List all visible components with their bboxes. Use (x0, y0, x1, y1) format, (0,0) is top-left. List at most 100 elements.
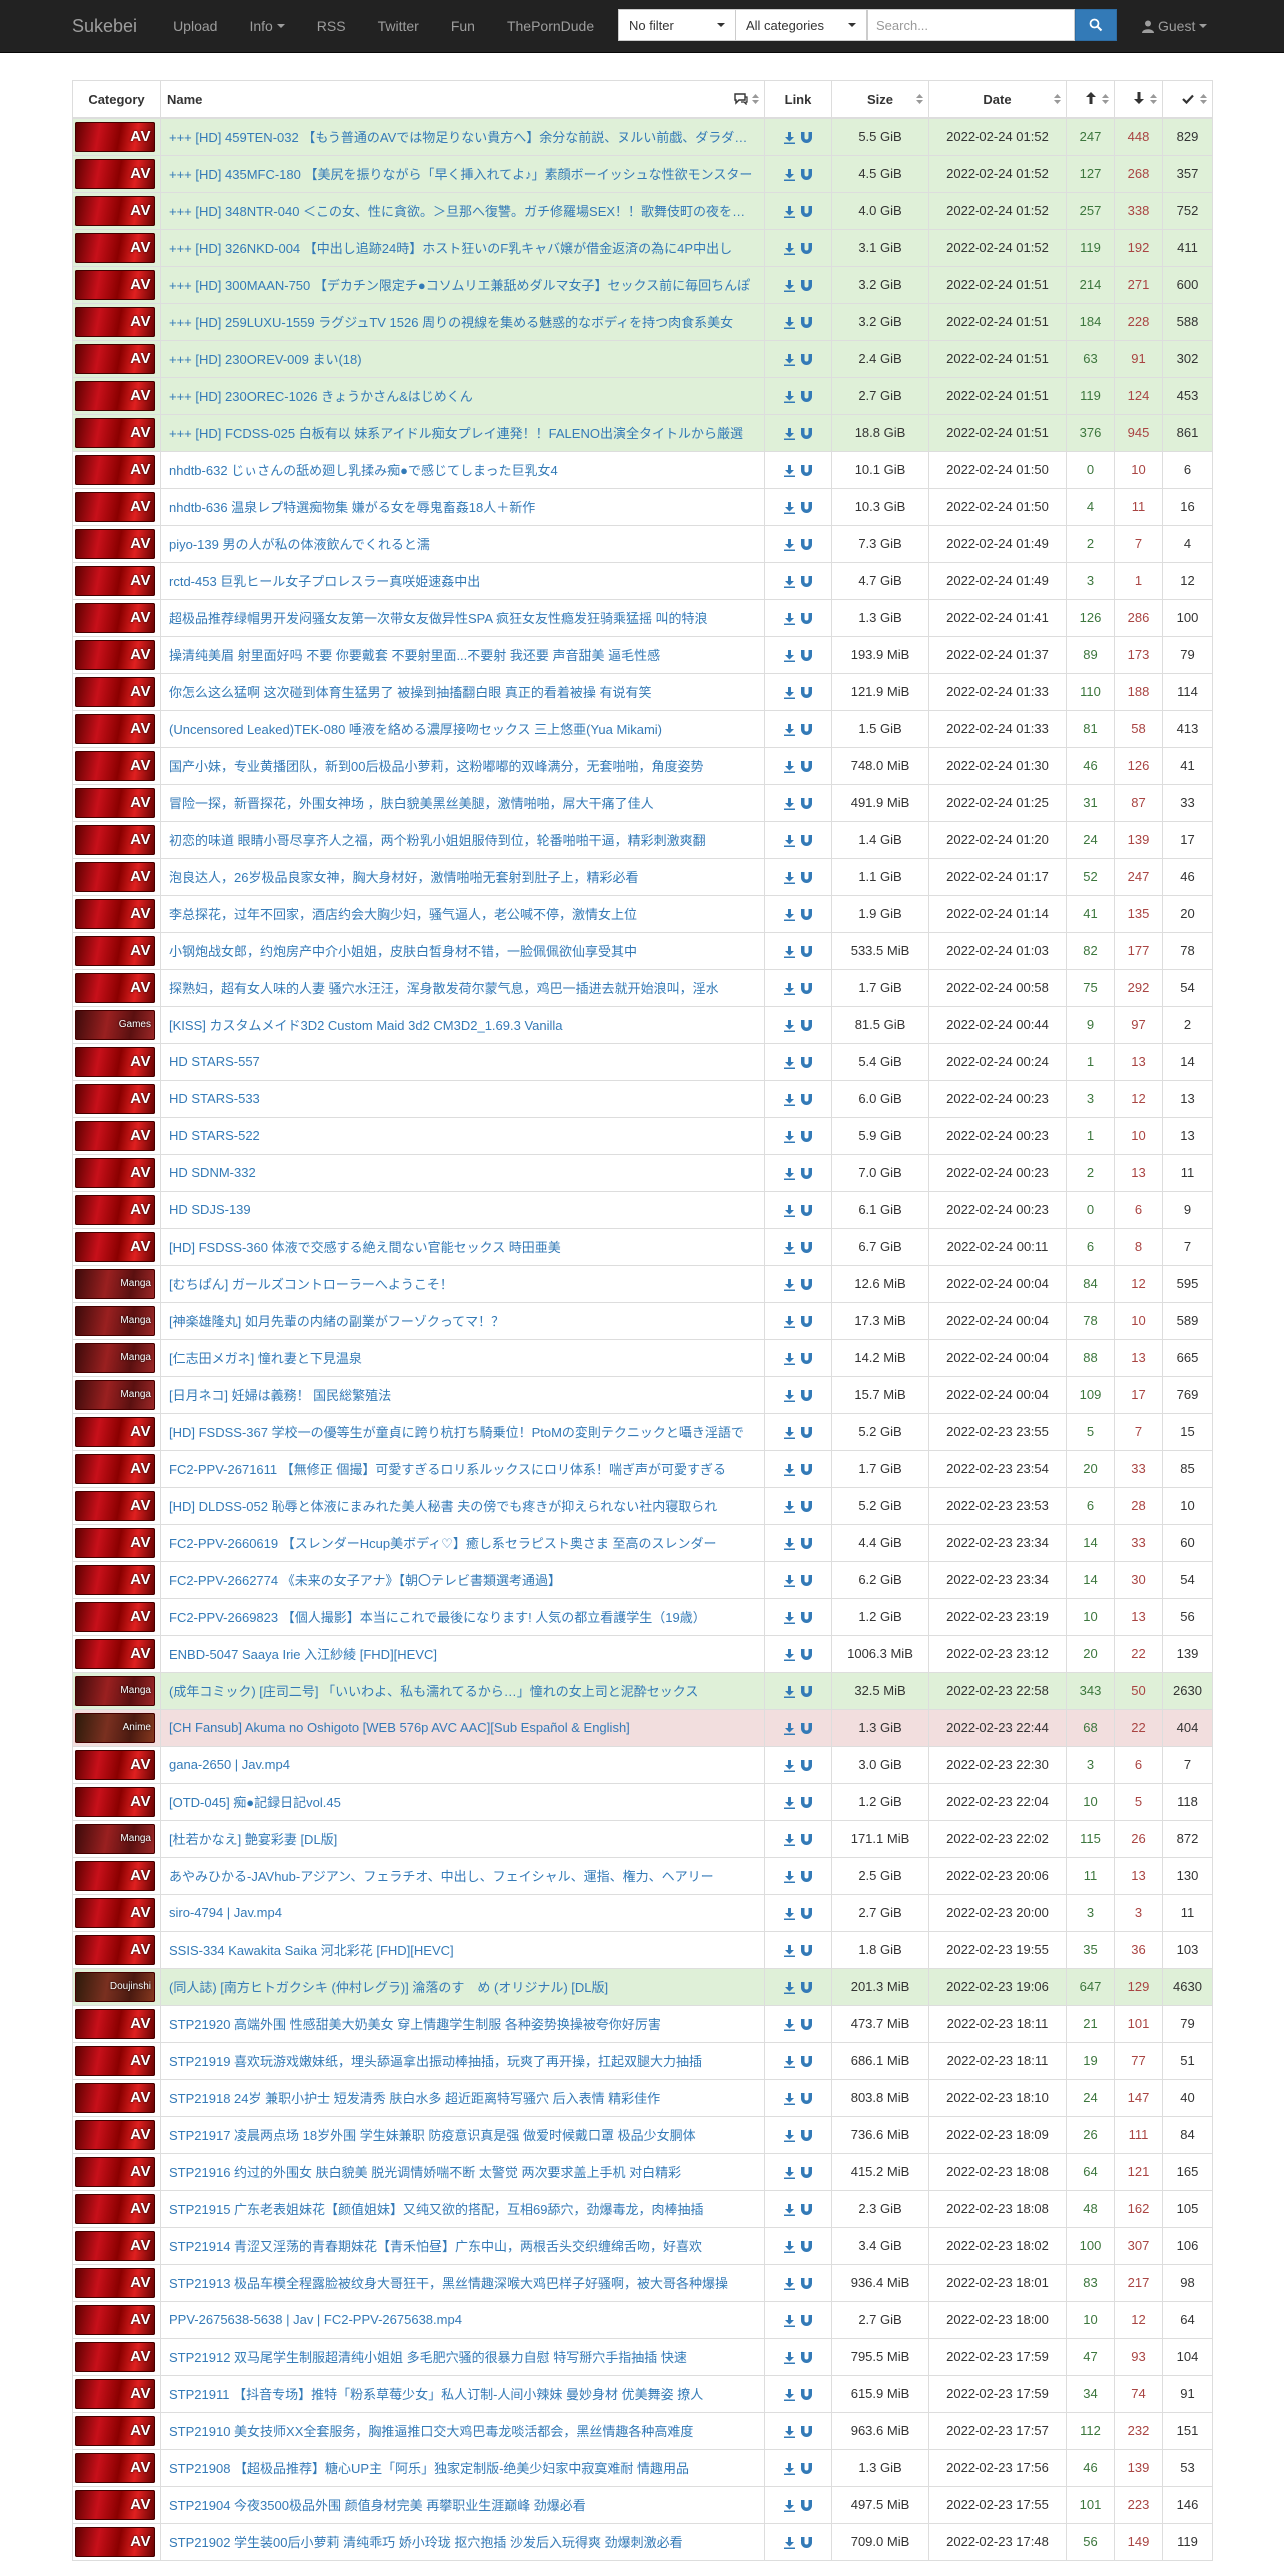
category-badge[interactable]: AV (75, 1749, 155, 1780)
torrent-name-link[interactable]: PPV-2675638-5638 | Jav | FC2-PPV-2675638… (160, 2300, 765, 2339)
magnet-icon[interactable] (801, 464, 812, 477)
torrent-name-link[interactable]: +++ [HD] 348NTR-040 ＜この女、性に貪欲。＞旦那へ復讐。ガチ修… (160, 191, 765, 230)
download-icon[interactable] (784, 2462, 795, 2475)
download-icon[interactable] (784, 1204, 795, 1217)
header-seeders[interactable] (1066, 80, 1115, 119)
torrent-name-link[interactable]: STP21913 极品车模全程露脸被纹身大哥狂干，黑丝情趣深喉大鸡巴样子好骚啊，… (160, 2263, 765, 2302)
magnet-icon[interactable] (801, 1981, 812, 1994)
download-icon[interactable] (784, 871, 795, 884)
category-badge[interactable]: AV (75, 1490, 155, 1521)
magnet-icon[interactable] (801, 2425, 812, 2438)
torrent-name-link[interactable]: [杜若かなえ] 艶宴彩妻 [DL版] (160, 1819, 765, 1858)
torrent-name-link[interactable]: +++ [HD] FCDSS-025 白板有以 妹系アイドル痴女プレイ連発！！F… (160, 413, 765, 452)
download-icon[interactable] (784, 131, 795, 144)
torrent-name-link[interactable]: あやみひかる-JAVhub-アジアン、フェラチオ、中出し、フェイシャル、運指、権… (160, 1856, 765, 1895)
torrent-name-link[interactable]: +++ [HD] 230OREV-009 まい(18) (160, 339, 765, 378)
magnet-icon[interactable] (801, 2055, 812, 2068)
magnet-icon[interactable] (801, 1648, 812, 1661)
download-icon[interactable] (784, 1648, 795, 1661)
download-icon[interactable] (784, 1426, 795, 1439)
torrent-name-link[interactable]: STP21917 凌晨两点场 18岁外围 学生妹兼职 防疫意识真是强 做爱时候戴… (160, 2115, 765, 2154)
nav-info[interactable]: Info (233, 18, 300, 34)
magnet-icon[interactable] (801, 390, 812, 403)
download-icon[interactable] (784, 242, 795, 255)
magnet-icon[interactable] (801, 1056, 812, 1069)
category-badge[interactable]: AV (75, 713, 155, 744)
magnet-icon[interactable] (801, 1352, 812, 1365)
magnet-icon[interactable] (801, 945, 812, 958)
magnet-icon[interactable] (801, 131, 812, 144)
torrent-name-link[interactable]: FC2-PPV-2669823 【個人撮影】本当にこれで最後になります! 人気の… (160, 1597, 765, 1636)
magnet-icon[interactable] (801, 612, 812, 625)
category-badge[interactable]: Manga (75, 1342, 155, 1373)
download-icon[interactable] (784, 723, 795, 736)
category-badge[interactable]: AV (75, 2082, 155, 2113)
download-icon[interactable] (784, 575, 795, 588)
torrent-name-link[interactable]: 泡良达人，26岁极品良家女神，胸大身材好，激情啪啪无套射到肚子上，精彩必看 (160, 857, 765, 896)
download-icon[interactable] (784, 1278, 795, 1291)
torrent-name-link[interactable]: 冒险一探，新晋探花，外围女神场 ，肤白貌美黑丝美腿，激情啪啪，屌大干痛了佳人 (160, 783, 765, 822)
download-icon[interactable] (784, 168, 795, 181)
torrent-name-link[interactable]: 小钢炮战女郎，约炮房产中介小姐姐，皮肤白皙身材不错，一脸佩佩欲仙享受其中 (160, 931, 765, 970)
download-icon[interactable] (784, 2129, 795, 2142)
download-icon[interactable] (784, 2351, 795, 2364)
category-badge[interactable]: Manga (75, 1379, 155, 1410)
category-badge[interactable]: AV (75, 232, 155, 263)
torrent-name-link[interactable]: 李总探花，过年不回家，酒店约会大胸少妇，骚气逼人，老公喊不停，激情女上位 (160, 894, 765, 933)
download-icon[interactable] (784, 2018, 795, 2031)
torrent-name-link[interactable]: [CH Fansub] Akuma no Oshigoto [WEB 576p … (160, 1708, 765, 1747)
category-badge[interactable]: AV (75, 1046, 155, 1077)
magnet-icon[interactable] (801, 1130, 812, 1143)
torrent-name-link[interactable]: siro-4794 | Jav.mp4 (160, 1893, 765, 1932)
user-menu[interactable]: Guest (1142, 0, 1208, 52)
magnet-icon[interactable] (801, 1611, 812, 1624)
category-badge[interactable]: AV (75, 602, 155, 633)
download-icon[interactable] (784, 1130, 795, 1143)
category-badge[interactable]: AV (75, 2378, 155, 2409)
category-badge[interactable]: AV (75, 935, 155, 966)
category-badge[interactable]: AV (75, 1157, 155, 1188)
magnet-icon[interactable] (801, 2462, 812, 2475)
nav-theporndude[interactable]: ThePornDude (491, 18, 610, 34)
category-badge[interactable]: AV (75, 2526, 155, 2557)
category-badge[interactable]: Manga (75, 1823, 155, 1854)
download-icon[interactable] (784, 1352, 795, 1365)
download-icon[interactable] (784, 649, 795, 662)
category-badge[interactable]: Manga (75, 1305, 155, 1336)
category-badge[interactable]: AV (75, 2304, 155, 2335)
download-icon[interactable] (784, 686, 795, 699)
torrent-name-link[interactable]: nhdtb-632 じぃさんの舐め廻し乳揉み痴●で感じてしまった巨乳女4 (160, 450, 765, 489)
download-icon[interactable] (784, 390, 795, 403)
category-badge[interactable]: AV (75, 2156, 155, 2187)
torrent-name-link[interactable]: [OTD-045] 痴●記録日記vol.45 (160, 1782, 765, 1821)
torrent-name-link[interactable]: +++ [HD] 259LUXU-1559 ラグジュTV 1526 周りの視線を… (160, 302, 765, 341)
category-badge[interactable]: AV (75, 1638, 155, 1669)
download-icon[interactable] (784, 1167, 795, 1180)
torrent-name-link[interactable]: (成年コミック) [庄司二号] 「いいわよ、私も濡れてるから…」憧れの女上司と泥… (160, 1671, 765, 1710)
category-badge[interactable]: Manga (75, 1268, 155, 1299)
download-icon[interactable] (784, 760, 795, 773)
download-icon[interactable] (784, 2240, 795, 2253)
header-name[interactable]: Name (160, 80, 765, 119)
download-icon[interactable] (784, 1907, 795, 1920)
category-badge[interactable]: AV (75, 1934, 155, 1965)
magnet-icon[interactable] (801, 316, 812, 329)
category-badge[interactable]: AV (75, 1416, 155, 1447)
header-leechers[interactable] (1114, 80, 1163, 119)
category-badge[interactable]: AV (75, 195, 155, 226)
category-badge[interactable]: AV (75, 1897, 155, 1928)
magnet-icon[interactable] (801, 2129, 812, 2142)
magnet-icon[interactable] (801, 1167, 812, 1180)
magnet-icon[interactable] (801, 1722, 812, 1735)
torrent-name-link[interactable]: STP21902 学生装00后小萝莉 清纯乖巧 娇小玲珑 抠穴抱插 沙发后入玩得… (160, 2522, 765, 2561)
magnet-icon[interactable] (801, 279, 812, 292)
category-badge[interactable]: AV (75, 417, 155, 448)
download-icon[interactable] (784, 353, 795, 366)
download-icon[interactable] (784, 1870, 795, 1883)
category-badge[interactable]: AV (75, 1194, 155, 1225)
nav-rss[interactable]: RSS (301, 18, 362, 34)
category-badge[interactable]: AV (75, 2230, 155, 2261)
torrent-name-link[interactable]: FC2-PPV-2662774 《未来の女子アナ》【朝〇テレビ書類選考通過】 (160, 1560, 765, 1599)
category-badge[interactable]: AV (75, 491, 155, 522)
download-icon[interactable] (784, 2277, 795, 2290)
